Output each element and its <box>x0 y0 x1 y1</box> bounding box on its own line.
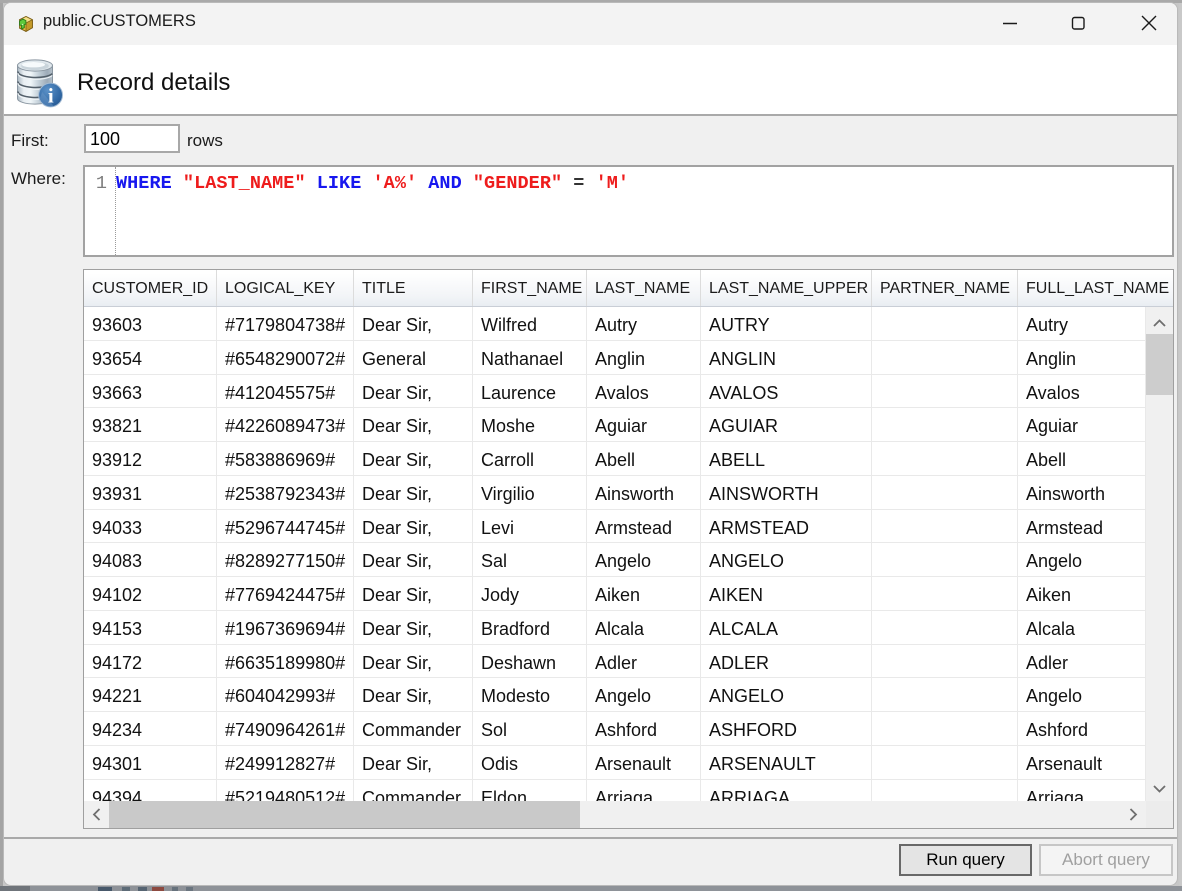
svg-text:i: i <box>48 84 54 108</box>
